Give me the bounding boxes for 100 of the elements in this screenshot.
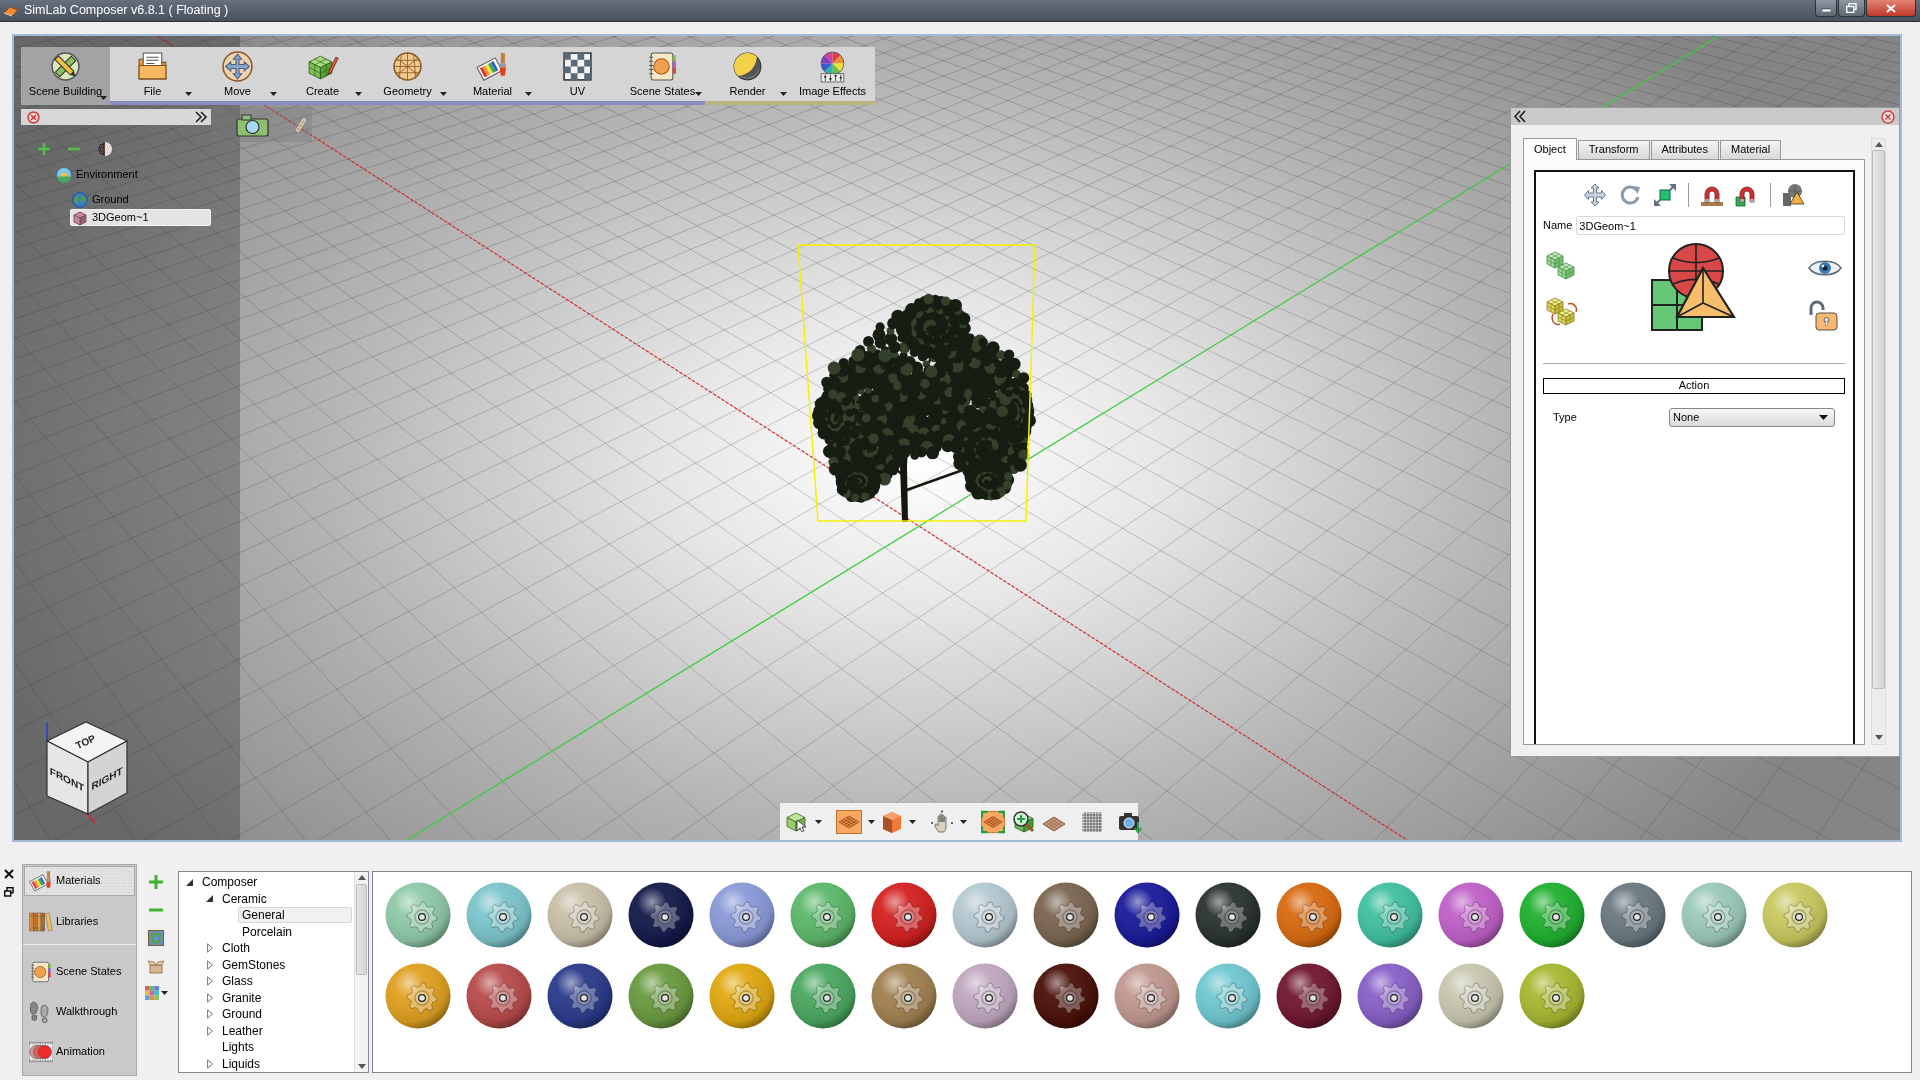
name-field[interactable]: 3DGeom~1 <box>1576 216 1845 235</box>
expanded-arrow-icon[interactable] <box>186 878 193 886</box>
tree-item[interactable]: Granite <box>218 989 352 1006</box>
collapsed-arrow-icon[interactable] <box>206 1009 213 1020</box>
tree-item[interactable]: 3DGeom~1 <box>70 209 211 226</box>
tree-item[interactable]: Liquids <box>218 1055 352 1072</box>
sidebar-item[interactable]: Scene States <box>24 957 135 987</box>
expanded-arrow-icon[interactable] <box>206 895 213 903</box>
material-sphere-icon[interactable] <box>1114 882 1180 948</box>
scroll-up-icon[interactable] <box>357 875 366 880</box>
tab[interactable]: Material <box>1720 140 1782 159</box>
close-button[interactable] <box>1866 0 1916 17</box>
mesh-icon[interactable] <box>1080 809 1104 834</box>
material-sphere-icon[interactable] <box>628 963 694 1029</box>
tab[interactable]: Transform <box>1577 140 1650 159</box>
toolbar-button[interactable]: UV <box>535 47 620 101</box>
scroll-up-icon[interactable] <box>1874 142 1883 147</box>
tree-item[interactable]: Ground <box>218 1006 352 1023</box>
caret-icon[interactable] <box>525 92 532 96</box>
material-sphere-icon[interactable] <box>466 963 532 1029</box>
collapsed-arrow-icon[interactable] <box>206 959 213 970</box>
type-dropdown[interactable]: None <box>1669 408 1835 427</box>
tree-item[interactable]: Porcelain <box>238 923 352 940</box>
material-sphere-icon[interactable] <box>1276 882 1342 948</box>
collapsed-arrow-icon[interactable] <box>206 1025 213 1036</box>
move-arrows-icon[interactable] <box>1582 183 1607 207</box>
material-sphere-icon[interactable] <box>1357 963 1423 1029</box>
caret-icon[interactable] <box>355 92 362 96</box>
tab[interactable]: Attributes <box>1650 140 1719 159</box>
toolbar-button[interactable]: Geometry <box>365 47 450 101</box>
material-sphere-icon[interactable] <box>1276 963 1342 1029</box>
collapsed-arrow-icon[interactable] <box>206 992 213 1003</box>
caret-icon[interactable] <box>185 92 192 96</box>
sidebar-item[interactable]: Animation <box>24 1037 135 1067</box>
caret-icon[interactable] <box>909 819 916 824</box>
scrollbar[interactable] <box>354 872 368 1072</box>
scale-icon[interactable] <box>1652 183 1677 207</box>
caret-icon[interactable] <box>960 819 967 824</box>
solid-cube-icon[interactable] <box>881 809 903 834</box>
caret-icon[interactable] <box>815 819 822 824</box>
minimize-button[interactable] <box>1815 0 1837 17</box>
material-sphere-icon[interactable] <box>1033 963 1099 1029</box>
toolbar-button[interactable]: Material <box>450 47 535 101</box>
material-sphere-icon[interactable] <box>1438 882 1504 948</box>
sidebar-item[interactable]: Materials <box>24 866 135 896</box>
toolbar-button[interactable]: Image Effects <box>790 47 875 101</box>
tab[interactable]: Object <box>1523 138 1577 160</box>
tree-item[interactable]: Glass <box>218 973 352 990</box>
material-sphere-icon[interactable] <box>628 882 694 948</box>
scrollbar-thumb[interactable] <box>356 884 367 975</box>
toolbar-button[interactable]: Scene Building <box>21 47 110 105</box>
scroll-down-icon[interactable] <box>1874 735 1883 740</box>
tree-item[interactable]: Ceramic <box>218 890 352 907</box>
toolbar-button[interactable]: Scene States <box>620 47 705 101</box>
caret-icon[interactable] <box>100 96 107 100</box>
tree-item[interactable]: General <box>238 907 352 924</box>
caret-icon[interactable] <box>270 92 277 96</box>
collapsed-arrow-icon[interactable] <box>206 1058 213 1069</box>
double-chevron-icon[interactable] <box>1513 110 1527 123</box>
magnet-icon[interactable] <box>1699 183 1724 207</box>
scrollbar[interactable] <box>1871 138 1886 745</box>
restore-icon[interactable] <box>4 887 14 897</box>
toolbar-button[interactable]: Move <box>195 47 280 101</box>
tree-item[interactable]: Composer <box>198 874 352 891</box>
caret-icon[interactable] <box>440 92 447 96</box>
scroll-down-icon[interactable] <box>357 1064 366 1069</box>
material-sphere-icon[interactable] <box>871 963 937 1029</box>
material-sphere-icon[interactable] <box>1033 882 1099 948</box>
toolbar-button[interactable]: Render <box>705 47 790 101</box>
patterned-sphere-icon[interactable] <box>97 141 113 157</box>
plus-icon[interactable] <box>37 142 51 156</box>
restore-button[interactable] <box>1838 0 1865 17</box>
tree-item[interactable]: Environment <box>54 166 211 183</box>
caret-icon[interactable] <box>695 92 702 96</box>
collapsed-arrow-icon[interactable] <box>206 943 213 954</box>
camera-icon[interactable] <box>236 112 269 137</box>
sidebar-item[interactable]: Walkthrough <box>24 997 135 1027</box>
tree-item[interactable]: GemStones <box>218 956 352 973</box>
tree-item[interactable]: Ground <box>70 191 211 208</box>
tree-item[interactable]: Lights <box>218 1039 352 1056</box>
double-chevron-icon[interactable] <box>195 111 208 123</box>
grid-plane-icon[interactable] <box>836 809 862 834</box>
hand-icon[interactable] <box>930 809 954 834</box>
caret-icon[interactable] <box>868 819 875 824</box>
bandage-icon[interactable] <box>295 116 307 133</box>
material-sphere-icon[interactable] <box>871 882 937 948</box>
scrollbar-thumb[interactable] <box>1872 150 1885 689</box>
open-box-icon[interactable] <box>148 958 164 974</box>
collapsed-arrow-icon[interactable] <box>206 976 213 987</box>
color-grid-icon[interactable] <box>144 986 159 1000</box>
tree-item[interactable]: Leather <box>218 1022 352 1039</box>
layered-shapes-icon[interactable] <box>1781 183 1806 207</box>
fit-grid-icon[interactable] <box>981 809 1005 834</box>
caret-icon[interactable] <box>780 92 787 96</box>
zoom-icon[interactable] <box>1011 809 1036 834</box>
filter-field[interactable] <box>21 109 211 125</box>
open-padlock-icon[interactable] <box>1808 299 1840 331</box>
close-icon[interactable] <box>4 869 14 879</box>
tree-item[interactable]: Cloth <box>218 940 352 957</box>
caret-icon[interactable] <box>160 991 168 995</box>
